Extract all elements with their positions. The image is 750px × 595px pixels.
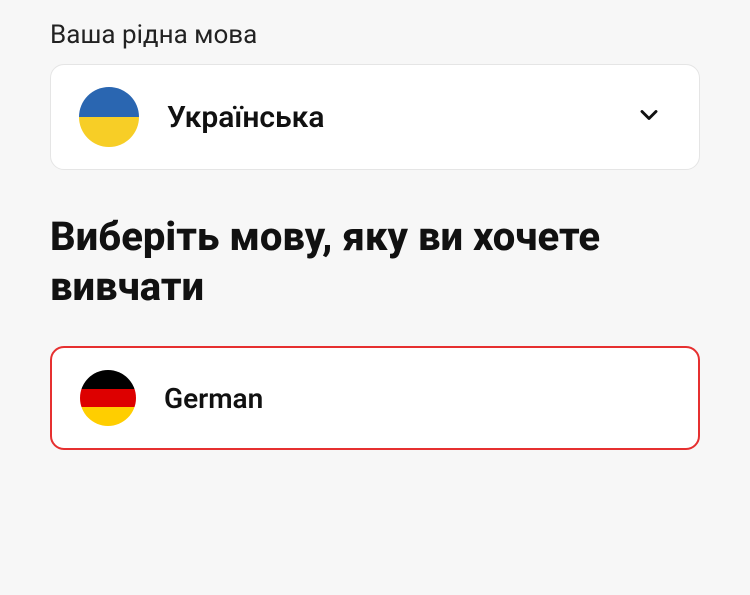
ukraine-flag-icon	[79, 87, 139, 147]
target-language-name: German	[164, 382, 263, 415]
native-language-dropdown[interactable]: Українська	[50, 64, 700, 170]
chevron-down-icon	[635, 101, 663, 133]
native-language-label: Ваша рідна мова	[50, 20, 700, 50]
germany-flag-icon	[80, 370, 136, 426]
target-language-card[interactable]: German	[50, 346, 700, 450]
choose-language-heading: Виберіть мову, яку ви хочете вивчати	[50, 212, 700, 312]
native-language-name: Українська	[167, 100, 325, 135]
